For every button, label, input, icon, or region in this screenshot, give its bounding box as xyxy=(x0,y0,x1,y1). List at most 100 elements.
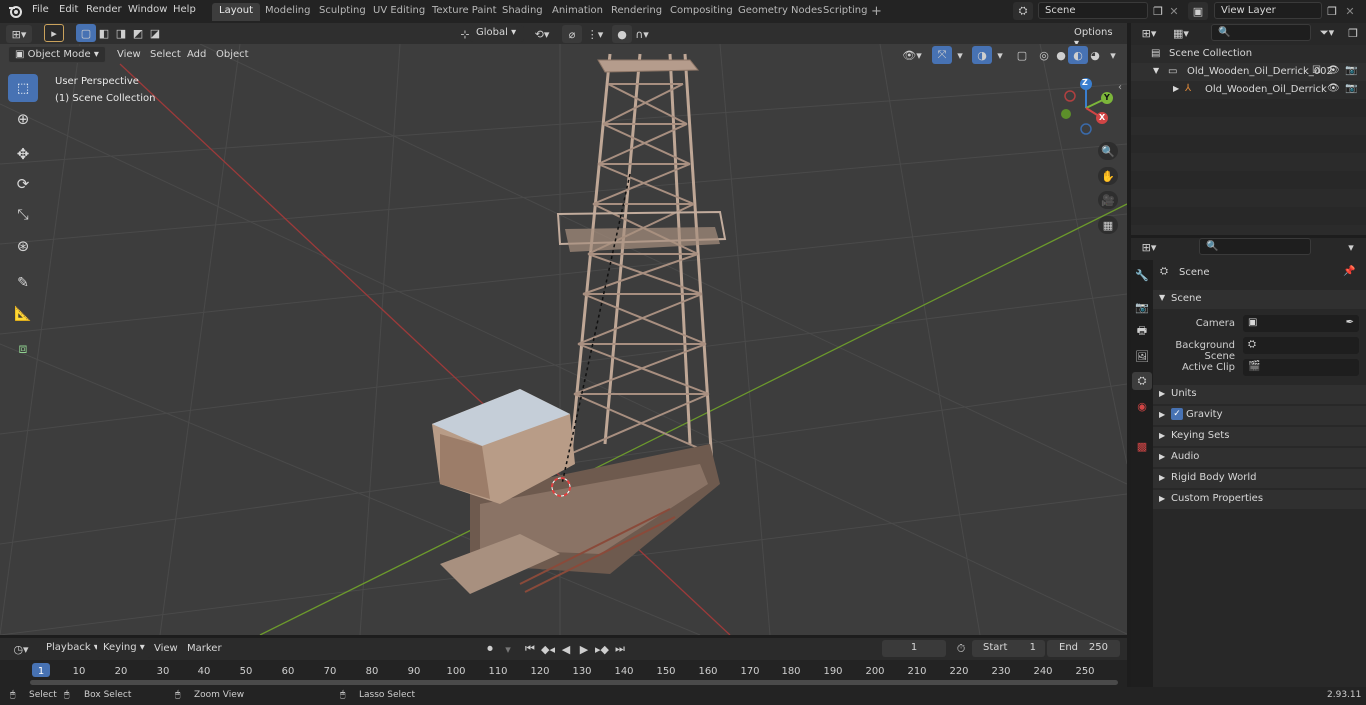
tool-select-box[interactable]: ⬚ xyxy=(8,74,38,102)
expand-arrow-icon[interactable]: ▶ xyxy=(1173,84,1179,93)
new-collection-icon[interactable]: ❐ xyxy=(1343,24,1363,42)
properties-search-input[interactable]: 🔍 xyxy=(1199,238,1311,255)
tab-compositing[interactable]: Compositing xyxy=(663,3,740,21)
tool-rotate[interactable]: ⟳ xyxy=(8,170,38,198)
playback-dropdown[interactable]: Playback ▾ xyxy=(40,640,105,658)
auto-keying-icon[interactable]: ⏺ xyxy=(480,640,500,658)
tool-move[interactable]: ✥ xyxy=(8,140,38,168)
next-keyframe-icon[interactable]: ▸◆ xyxy=(592,640,612,658)
gizmo-toggle-icon[interactable]: ⤧ xyxy=(932,46,952,64)
tab-rendering[interactable]: Rendering xyxy=(604,3,669,21)
transform-orientation-dropdown[interactable]: Global ▾ xyxy=(470,25,524,42)
render-tab-icon[interactable]: 📷 xyxy=(1132,298,1152,316)
tool-tab-icon[interactable]: 🔧 xyxy=(1132,266,1152,284)
xray-icon[interactable]: ▢ xyxy=(1012,46,1032,64)
filter-icon[interactable]: ⏷▾ xyxy=(1317,24,1337,42)
play-icon[interactable]: ▶ xyxy=(574,640,594,658)
outliner-row-root[interactable]: ▤ Scene Collection xyxy=(1131,45,1366,63)
viewport-menu-select[interactable]: Select xyxy=(150,49,181,60)
section-custom-properties[interactable]: ▶ Custom Properties xyxy=(1153,490,1366,509)
tool-transform[interactable]: ⊛ xyxy=(8,232,38,260)
add-workspace-icon[interactable]: + xyxy=(871,4,882,19)
scene-name-field[interactable]: Scene xyxy=(1038,2,1148,19)
timeline-menu-marker[interactable]: Marker xyxy=(187,643,222,654)
pan-hand-icon[interactable]: ✋ xyxy=(1098,167,1118,185)
keying-set-icon[interactable]: ▾ xyxy=(498,640,518,658)
tab-modeling[interactable]: Modeling xyxy=(258,3,318,21)
select-tool-icon[interactable]: ▸ xyxy=(44,24,64,42)
stopwatch-icon[interactable]: ⏱ xyxy=(951,640,971,658)
properties-editor-type-icon[interactable]: ⊞▾ xyxy=(1139,238,1159,256)
view-layer-copy-icon[interactable]: ❐ xyxy=(1322,2,1342,20)
select-intersect-icon[interactable]: ◪ xyxy=(145,24,165,42)
3d-viewport[interactable]: ▣ Object Mode ▾ View Select Add Object 👁… xyxy=(0,44,1127,635)
background-scene-field[interactable]: ⛭ xyxy=(1243,337,1359,354)
tool-add-cube[interactable]: ⧈ xyxy=(8,335,38,363)
output-tab-icon[interactable]: 🖶 xyxy=(1132,322,1152,340)
view-layer-field[interactable]: View Layer xyxy=(1214,2,1322,19)
active-clip-field[interactable]: 🎬 xyxy=(1243,359,1359,376)
camera-icon[interactable]: 📷 xyxy=(1345,65,1357,76)
tool-cursor[interactable]: ⊕ xyxy=(8,105,38,133)
view-layer-icon[interactable]: ▣ xyxy=(1188,2,1208,20)
select-new-icon[interactable]: ▢ xyxy=(76,24,96,42)
scene-tab-icon[interactable]: ⛭ xyxy=(1132,372,1152,390)
menu-window[interactable]: Window xyxy=(128,4,167,15)
tool-scale[interactable]: ⤡ xyxy=(8,201,38,229)
section-gravity[interactable]: ▶ ✓ Gravity xyxy=(1153,406,1366,425)
navigation-gizmo[interactable] xyxy=(1056,78,1116,138)
snap-target-icon[interactable]: ⋮▾ xyxy=(585,25,605,43)
view-layer-close-icon[interactable]: ✕ xyxy=(1340,2,1360,20)
gizmo-dropdown-icon[interactable]: ▾ xyxy=(950,46,970,64)
menu-file[interactable]: File xyxy=(32,4,49,15)
outliner-row-object[interactable]: ▶ ⅄ Old_Wooden_Oil_Derrick 👁 📷 xyxy=(1131,81,1366,99)
tab-layout[interactable]: Layout xyxy=(212,3,260,21)
sidebar-toggle-icon[interactable]: ‹ xyxy=(1118,82,1122,93)
options-dropdown[interactable]: Options ▾ xyxy=(1068,25,1124,49)
tab-shading[interactable]: Shading xyxy=(495,3,550,21)
shading-dropdown-icon[interactable]: ▾ xyxy=(1103,46,1123,64)
outliner-row-collection[interactable]: ▼ ▭ Old_Wooden_Oil_Derrick_002 ☑ 👁 📷 xyxy=(1131,63,1366,81)
camera-view-icon[interactable]: 🎥 xyxy=(1098,191,1118,209)
menu-render[interactable]: Render xyxy=(86,4,122,15)
tool-annotate[interactable]: ✎ xyxy=(8,269,38,297)
editor-type-icon[interactable]: ⊞▾ xyxy=(6,25,32,43)
prev-keyframe-icon[interactable]: ◆◂ xyxy=(538,640,558,658)
section-keying-sets[interactable]: ▶ Keying Sets xyxy=(1153,427,1366,446)
viewport-menu-object[interactable]: Object xyxy=(216,49,249,60)
scene-panel-header[interactable]: ▼ Scene xyxy=(1153,290,1366,309)
tab-uv-editing[interactable]: UV Editing xyxy=(366,3,432,21)
menu-help[interactable]: Help xyxy=(173,4,196,15)
blender-logo-icon[interactable] xyxy=(8,4,22,18)
camera-field[interactable]: ▣ ✒ xyxy=(1243,315,1359,332)
timeline-editor-type-icon[interactable]: ◷▾ xyxy=(8,640,34,658)
perspective-toggle-icon[interactable]: ▦ xyxy=(1098,216,1118,234)
object-mode-dropdown[interactable]: ▣ Object Mode ▾ xyxy=(8,46,106,63)
rendered-shading-icon[interactable]: ◕ xyxy=(1085,46,1105,64)
exclude-checkbox-icon[interactable]: ☑ xyxy=(1312,65,1321,76)
scene-selector-icon[interactable]: ⛭ xyxy=(1013,2,1033,20)
section-units[interactable]: ▶ Units xyxy=(1153,385,1366,404)
current-frame-field[interactable]: 1 xyxy=(882,640,946,657)
jump-end-icon[interactable]: ⏭ xyxy=(610,640,630,658)
start-frame-field[interactable]: Start 1 xyxy=(972,640,1045,657)
section-audio[interactable]: ▶ Audio xyxy=(1153,448,1366,467)
falloff-icon[interactable]: ∩▾ xyxy=(632,25,652,43)
tool-measure[interactable]: 📐 xyxy=(8,300,38,328)
eye-icon[interactable]: 👁 xyxy=(1327,65,1340,76)
eyedropper-icon[interactable]: ✒ xyxy=(1346,317,1354,328)
tab-texture-paint[interactable]: Texture Paint xyxy=(425,3,504,21)
expand-arrow-icon[interactable]: ▼ xyxy=(1153,66,1159,75)
tab-animation[interactable]: Animation xyxy=(545,3,610,21)
eye-icon[interactable]: 👁 xyxy=(1327,83,1340,94)
properties-options-icon[interactable]: ▾ xyxy=(1341,238,1361,256)
pin-icon[interactable]: 📌 xyxy=(1343,266,1355,277)
play-reverse-icon[interactable]: ◀ xyxy=(556,640,576,658)
tab-geometry-nodes[interactable]: Geometry Nodes xyxy=(731,3,829,21)
camera-icon[interactable]: 📷 xyxy=(1345,83,1357,94)
zoom-icon[interactable]: 🔍 xyxy=(1098,142,1118,160)
menu-edit[interactable]: Edit xyxy=(59,4,78,15)
world-tab-icon[interactable]: ◉ xyxy=(1132,397,1152,415)
proportional-edit-icon[interactable]: ● xyxy=(612,25,632,43)
display-mode-icon[interactable]: ▦▾ xyxy=(1171,24,1191,42)
